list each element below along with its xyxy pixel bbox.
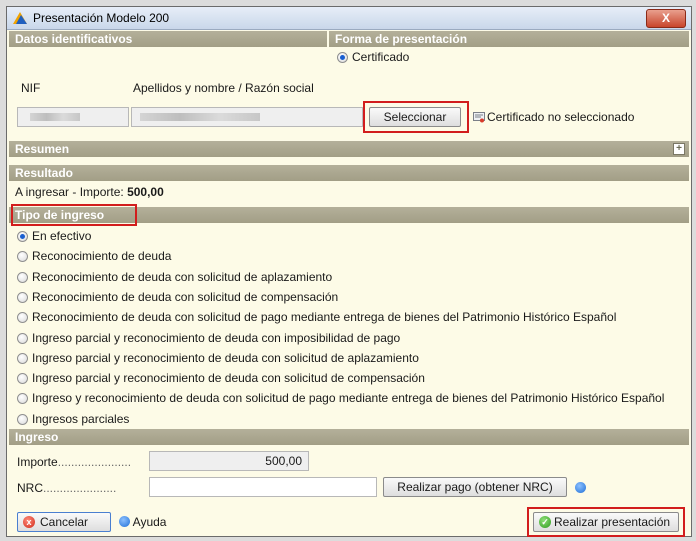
realizar-presentacion-button[interactable]: ✓ Realizar presentación — [533, 512, 679, 532]
certificate-icon — [473, 112, 485, 123]
tipo-ingreso-radio[interactable] — [17, 291, 28, 303]
tipo-ingreso-option-label: Reconocimiento de deuda con solicitud de… — [32, 289, 339, 304]
help-icon — [119, 516, 130, 527]
presentation-window: Presentación Modelo 200 X Datos identifi… — [6, 6, 692, 537]
nif-label: NIF — [21, 81, 41, 95]
tipo-ingreso-radio[interactable] — [17, 332, 28, 344]
cancelar-label: Cancelar — [40, 515, 89, 529]
check-icon: ✓ — [539, 516, 551, 528]
importe-label-row: Importe...................... — [17, 455, 131, 469]
tipo-ingreso-highlight — [11, 204, 137, 226]
importe-label: Importe — [17, 455, 58, 469]
tipo-ingreso-radio[interactable] — [17, 231, 28, 242]
tipo-ingreso-option-label: Reconocimiento de deuda con solicitud de… — [32, 269, 333, 284]
importe-dots: ...................... — [57, 455, 132, 469]
forma-presentacion-header: Forma de presentación — [329, 31, 689, 47]
resultado-line: A ingresar - Importe: 500,00 — [15, 185, 164, 199]
expand-icon[interactable]: + — [673, 143, 685, 155]
window-title: Presentación Modelo 200 — [33, 11, 170, 25]
tipo-ingreso-radio[interactable] — [17, 251, 28, 263]
close-button[interactable]: X — [646, 9, 686, 28]
resumen-title: Resumen — [15, 142, 70, 156]
tipo-ingreso-radio[interactable] — [17, 413, 28, 425]
nrc-dots: ...................... — [43, 481, 117, 495]
ayuda-link[interactable]: Ayuda — [119, 515, 166, 529]
realizar-pago-button[interactable]: Realizar pago (obtener NRC) — [383, 477, 567, 497]
ingreso-header: Ingreso — [9, 429, 689, 445]
resultado-label: A ingresar - Importe: — [15, 185, 124, 199]
nombre-redacted — [140, 113, 260, 121]
tipo-ingreso-radio[interactable] — [17, 373, 28, 385]
datos-identificativos-header: Datos identificativos — [9, 31, 327, 47]
tipo-ingreso-option-label: Ingresos parciales — [32, 411, 130, 426]
nrc-help-icon[interactable] — [575, 482, 586, 493]
tipo-ingreso-radio[interactable] — [17, 393, 28, 405]
cancel-icon: x — [23, 516, 35, 528]
certificado-label: Certificado — [352, 50, 410, 64]
tipo-ingreso-radio[interactable] — [17, 271, 28, 283]
tipo-ingreso-option-label: Ingreso parcial y reconocimiento de deud… — [32, 350, 419, 365]
nif-field[interactable] — [17, 107, 129, 127]
nombre-field[interactable] — [131, 107, 363, 127]
app-logo-icon — [13, 12, 27, 24]
cancelar-button[interactable]: x Cancelar — [17, 512, 111, 532]
ayuda-label: Ayuda — [132, 515, 167, 529]
tipo-ingreso-option-label: Reconocimiento de deuda — [32, 249, 172, 264]
resumen-header[interactable]: Resumen + — [9, 141, 689, 157]
nrc-label-row: NRC...................... — [17, 481, 116, 495]
tipo-ingreso-option-label: Ingreso parcial y reconocimiento de deud… — [32, 371, 425, 386]
tipo-ingreso-option-label: Ingreso y reconocimiento de deuda con so… — [32, 391, 665, 406]
nif-redacted — [30, 113, 80, 121]
nrc-input[interactable] — [149, 477, 377, 497]
tipo-ingreso-option-label: Ingreso parcial y reconocimiento de deud… — [32, 330, 401, 345]
tipo-ingreso-radio[interactable] — [17, 312, 28, 324]
certificado-status: Certificado no seleccionado — [487, 110, 635, 124]
importe-field[interactable]: 500,00 — [149, 451, 309, 471]
resultado-value: 500,00 — [127, 185, 164, 199]
tipo-ingreso-option-label: En efectivo — [32, 229, 92, 243]
title-bar: Presentación Modelo 200 X — [7, 7, 691, 30]
nombre-label: Apellidos y nombre / Razón social — [133, 81, 314, 95]
close-icon: X — [661, 11, 670, 25]
tipo-ingreso-option-label: Reconocimiento de deuda con solicitud de… — [32, 310, 617, 325]
tipo-ingreso-radio[interactable] — [17, 352, 28, 364]
realizar-presentacion-label: Realizar presentación — [554, 515, 671, 529]
nrc-label: NRC — [17, 481, 43, 495]
certificado-radio[interactable] — [337, 52, 348, 63]
resultado-header: Resultado — [9, 165, 689, 181]
seleccionar-button[interactable]: Seleccionar — [369, 107, 461, 127]
